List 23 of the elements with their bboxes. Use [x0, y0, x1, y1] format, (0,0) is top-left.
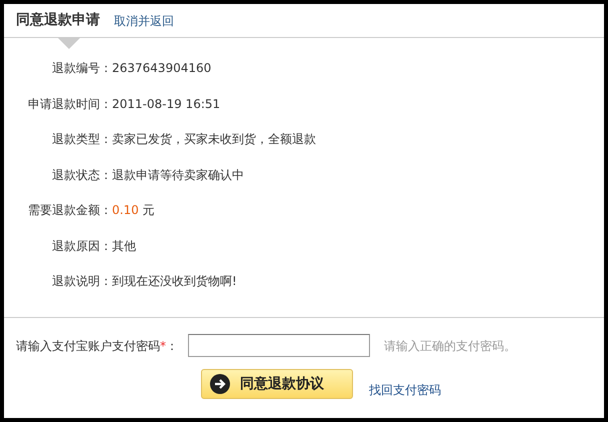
- cancel-return-link[interactable]: 取消并返回: [114, 12, 174, 30]
- field-label: 退款类型：: [51, 131, 112, 148]
- password-field[interactable]: [188, 334, 370, 357]
- field-label: 申请退款时间：: [27, 96, 112, 112]
- field-label: 退款说明：: [51, 273, 112, 290]
- field-label: 退款编号：: [51, 60, 112, 77]
- currency-unit: 元: [142, 202, 155, 219]
- password-hint: 请输入正确的支付密码。: [384, 338, 516, 354]
- field-value: 卖家已发货，买家未收到货，全额退款: [112, 131, 316, 148]
- field-value: 到现在还没收到货物啊!: [112, 273, 237, 290]
- agree-refund-button[interactable]: 同意退款协议: [201, 369, 353, 399]
- page-title: 同意退款申请: [16, 11, 100, 30]
- field-value: 其他: [112, 238, 136, 254]
- field-value: 2637643904160: [112, 60, 212, 77]
- field-label: 需要退款金额：: [27, 202, 112, 219]
- password-label: 请输入支付宝账户支付密码*：: [16, 338, 178, 354]
- recover-password-link[interactable]: 找回支付密码: [369, 381, 441, 399]
- field-value: 2011-08-19 16:51: [112, 96, 220, 112]
- refund-amount: 0.10: [112, 202, 139, 219]
- arrow-right-icon: [210, 374, 230, 394]
- field-value: 退款申请等待卖家确认中: [112, 166, 244, 184]
- field-label: 退款状态：: [51, 166, 112, 184]
- field-label: 退款原因：: [51, 238, 112, 254]
